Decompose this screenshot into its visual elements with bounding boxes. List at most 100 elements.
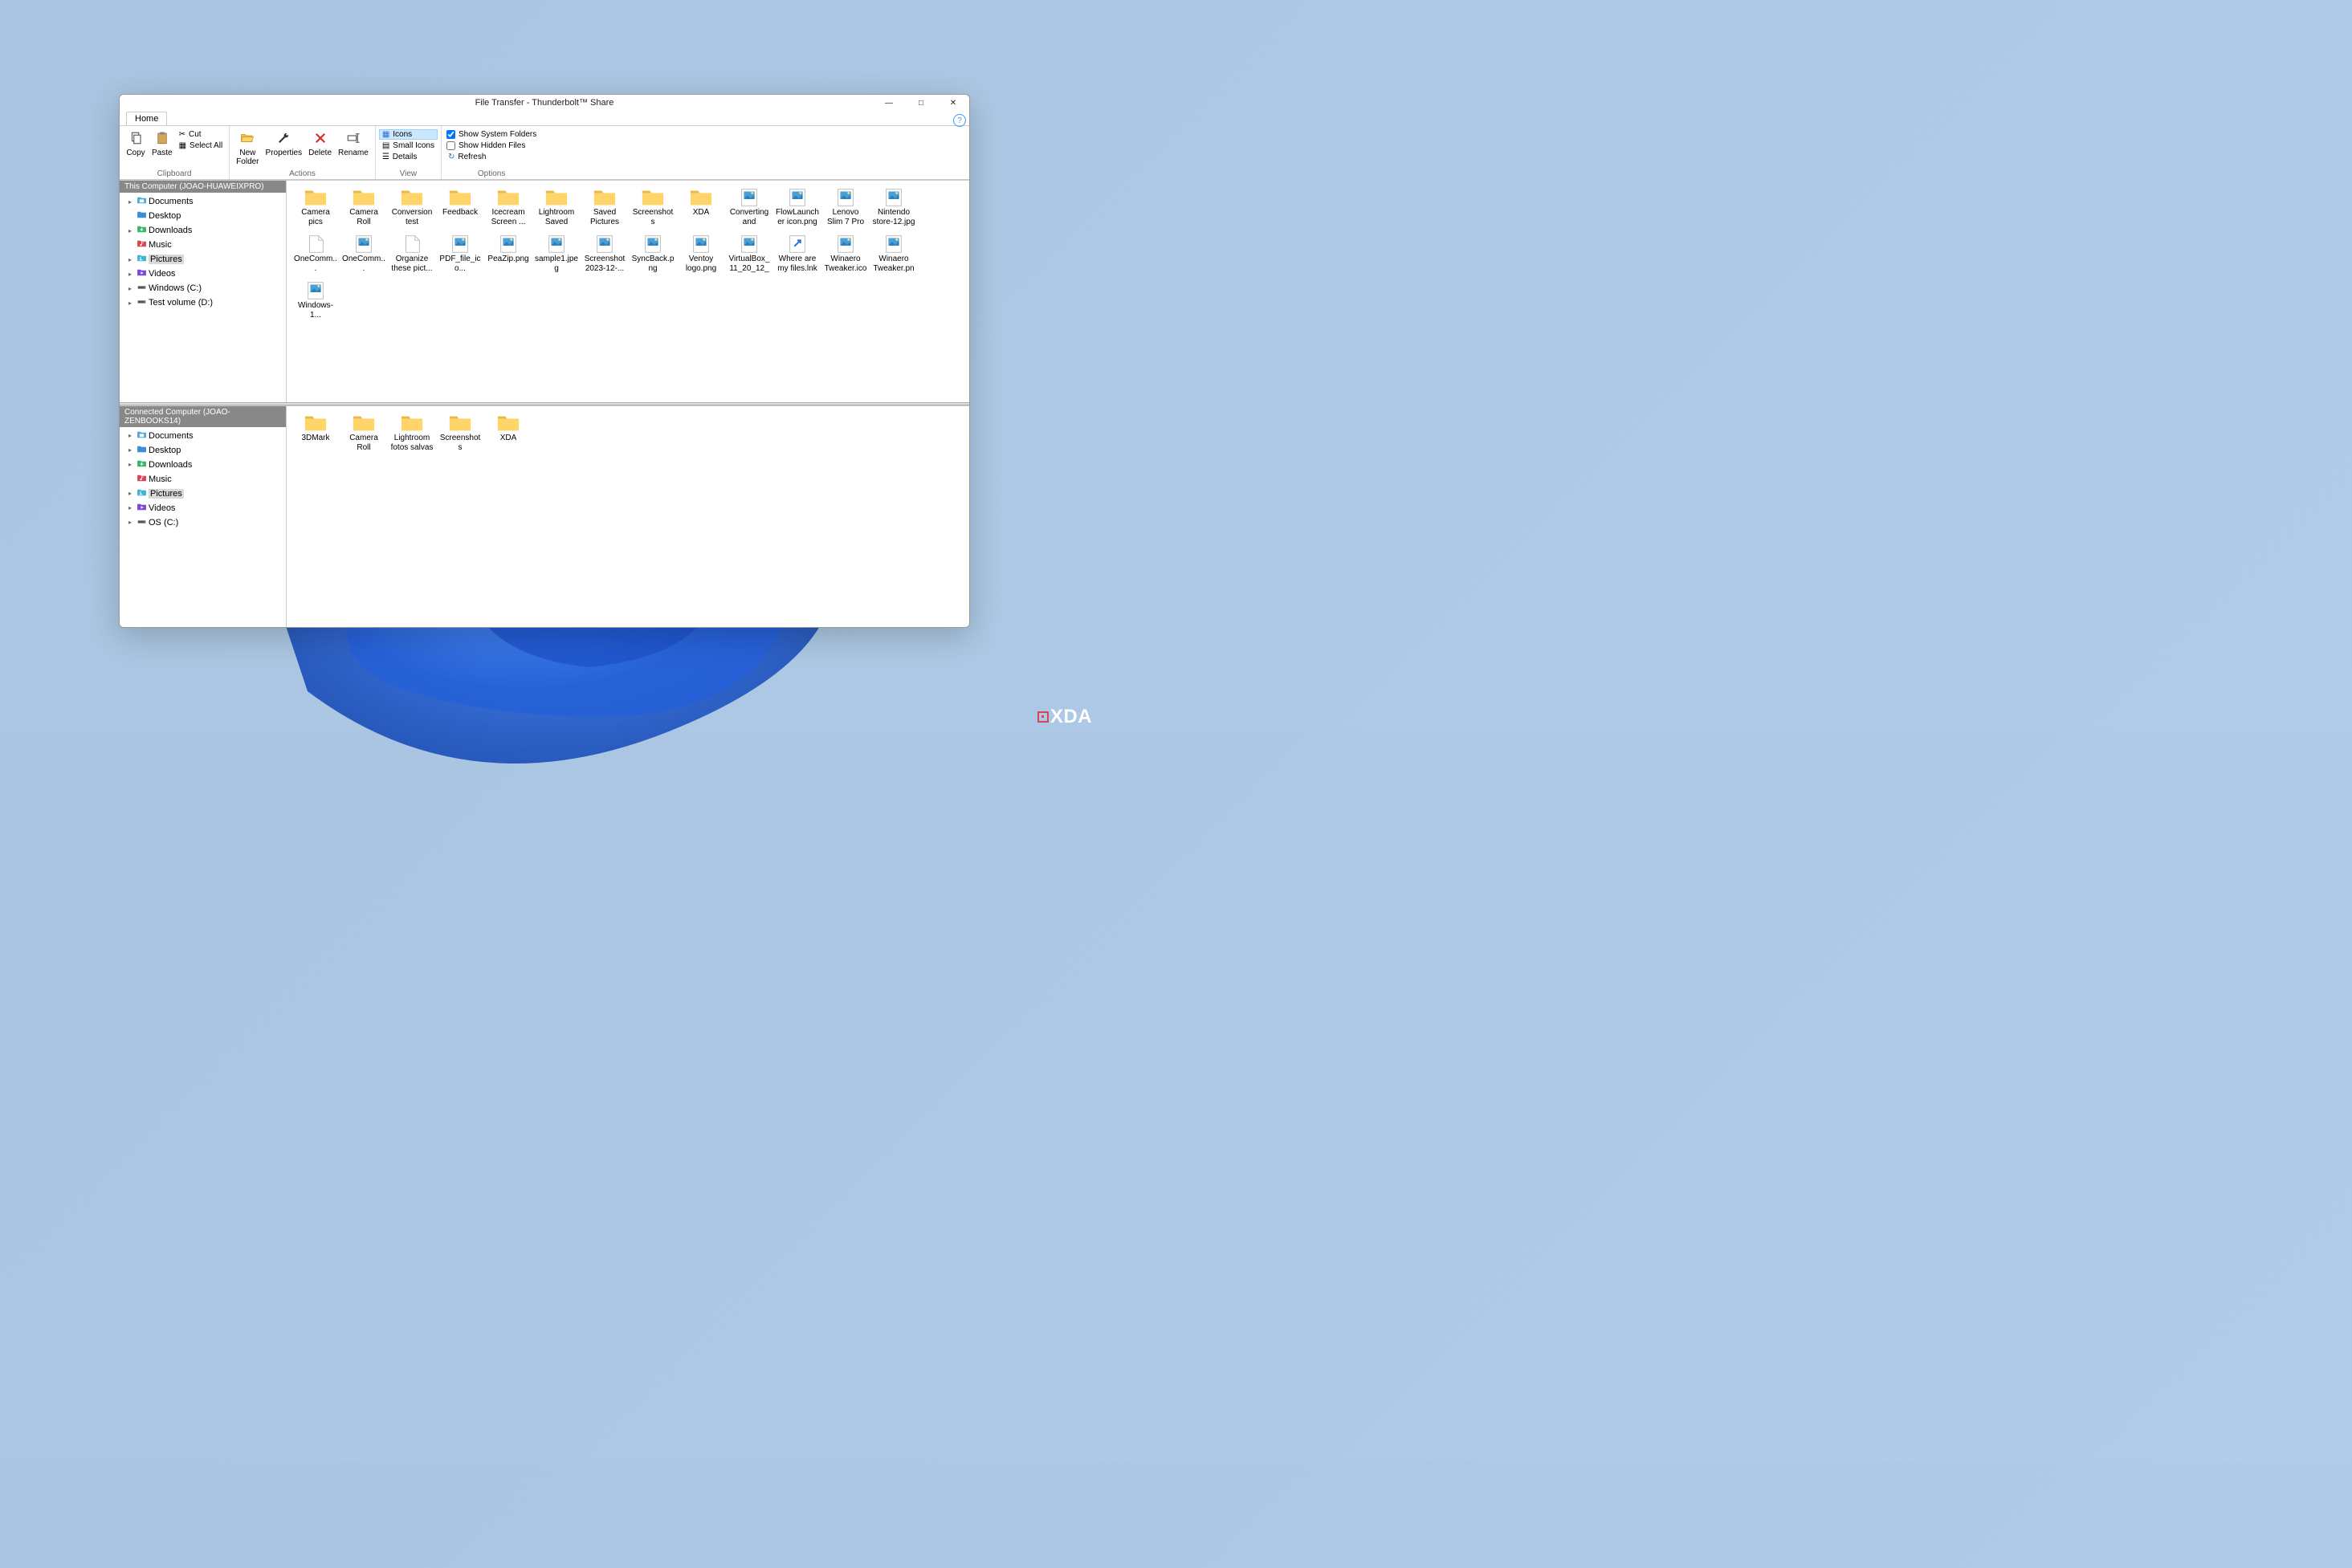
file-label: Lenovo Slim 7 Pro X di... — [824, 208, 867, 227]
tree-item-videos[interactable]: ▸Videos — [120, 501, 286, 515]
file-item[interactable]: Icecream Screen ... — [485, 185, 532, 229]
tree-caret-icon[interactable]: ▸ — [126, 432, 134, 439]
tree-item-os-c-[interactable]: ▸ OS (C:) — [120, 515, 286, 530]
tab-home[interactable]: Home — [126, 112, 167, 125]
tree-item-pictures[interactable]: ▸ Pictures — [120, 487, 286, 501]
tree-caret-icon[interactable]: ▸ — [126, 285, 134, 292]
tree-item-test-volume-d-[interactable]: ▸ Test volume (D:) — [120, 295, 286, 310]
tree-item-documents[interactable]: ▸Documents — [120, 429, 286, 443]
tree-caret-icon[interactable]: ▸ — [126, 227, 134, 234]
tree-item-videos[interactable]: ▸ Videos — [120, 267, 286, 281]
file-item[interactable]: Converting and renam... — [726, 185, 772, 229]
cut-button[interactable]: ✂Cut — [176, 129, 226, 140]
file-item[interactable]: Winaero Tweaker.ico — [822, 232, 869, 275]
file-item[interactable]: Lenovo Slim 7 Pro X di... — [822, 185, 869, 229]
tree-item-documents[interactable]: ▸Documents — [120, 194, 286, 209]
view-small-icons-button[interactable]: ▤Small Icons — [379, 141, 438, 151]
tree-item-music[interactable]: Music — [120, 238, 286, 252]
tree-item-desktop[interactable]: Desktop — [120, 209, 286, 223]
tree-caret-icon[interactable]: ▸ — [126, 271, 134, 278]
tree-label: Windows (C:) — [149, 283, 202, 293]
file-item[interactable]: VirtualBox_11_20_12_2... — [726, 232, 772, 275]
file-item[interactable]: Screenshots — [437, 411, 483, 454]
new-folder-button[interactable]: New Folder — [233, 128, 262, 168]
close-button[interactable]: ✕ — [937, 95, 969, 111]
properties-button[interactable]: Properties — [263, 128, 306, 159]
file-item[interactable]: Winaero Tweaker.png — [870, 232, 917, 275]
file-item[interactable]: Lightroom Saved Photos — [533, 185, 580, 229]
folder-pics-icon — [136, 487, 147, 500]
show-hidden-files-checkbox[interactable]: Show Hidden Files — [445, 141, 538, 151]
tree-item-pictures[interactable]: ▸Pictures — [120, 252, 286, 267]
file-item[interactable]: SyncBack.png — [630, 232, 676, 275]
file-item[interactable]: PDF_file_ico... — [437, 232, 483, 275]
file-label: Where are my files.lnk — [776, 255, 819, 274]
file-item[interactable]: OneComm... — [292, 232, 339, 275]
tree-caret-icon[interactable]: ▸ — [126, 504, 134, 511]
maximize-button[interactable]: □ — [905, 95, 937, 111]
tree-caret-icon[interactable]: ▸ — [126, 519, 134, 526]
file-item[interactable]: Ventoy logo.png — [678, 232, 724, 275]
file-item[interactable]: OneComm... — [340, 232, 387, 275]
file-item[interactable]: Where are my files.lnk — [774, 232, 821, 275]
tree-label: Pictures — [149, 489, 184, 499]
file-item[interactable]: Camera Roll — [340, 411, 387, 454]
tree-item-windows-c-[interactable]: ▸ Windows (C:) — [120, 281, 286, 295]
tree-label: Test volume (D:) — [149, 298, 213, 307]
tree-caret-icon[interactable]: ▸ — [126, 299, 134, 307]
tree-caret-icon[interactable]: ▸ — [126, 198, 134, 206]
tree-caret-icon[interactable]: ▸ — [126, 490, 134, 497]
tree-item-downloads[interactable]: ▸Downloads — [120, 458, 286, 472]
rename-button[interactable]: Rename — [335, 128, 372, 159]
file-item[interactable]: Windows-1... — [292, 279, 339, 322]
details-view-icon: ☰ — [382, 153, 389, 161]
paste-button[interactable]: Paste — [149, 128, 176, 159]
file-item[interactable]: Nintendo store-12.jpg — [870, 185, 917, 229]
file-item[interactable]: FlowLauncher icon.png — [774, 185, 821, 229]
image-icon — [495, 234, 521, 255]
image-icon — [544, 234, 569, 255]
view-details-button[interactable]: ☰Details — [379, 152, 438, 162]
file-item[interactable]: Conversion test — [389, 185, 435, 229]
select-all-button[interactable]: ▦Select All — [176, 141, 226, 151]
tree-caret-icon[interactable]: ▸ — [126, 446, 134, 454]
delete-button[interactable]: Delete — [305, 128, 335, 159]
tree-item-music[interactable]: Music — [120, 472, 286, 487]
file-item[interactable]: Feedback — [437, 185, 483, 229]
file-item[interactable]: Screenshot 2023-12-... — [581, 232, 628, 275]
tree-caret-icon[interactable]: ▸ — [126, 256, 134, 263]
file-label: Lightroom fotos salvas — [390, 434, 434, 453]
minimize-button[interactable]: — — [873, 95, 905, 111]
view-icons-button[interactable]: ▦Icons — [379, 129, 438, 140]
file-item[interactable]: Lightroom fotos salvas — [389, 411, 435, 454]
copy-icon — [128, 129, 143, 147]
file-item[interactable]: Screenshots — [630, 185, 676, 229]
file-item[interactable]: XDA — [485, 411, 532, 454]
file-item[interactable]: 3DMark — [292, 411, 339, 454]
pane-header-bottom: Connected Computer (JOAO-ZENBOOKS14) — [120, 406, 286, 427]
tree-item-downloads[interactable]: ▸Downloads — [120, 223, 286, 238]
tree-label: Videos — [149, 269, 175, 279]
file-item[interactable]: PeaZip.png — [485, 232, 532, 275]
titlebar: File Transfer - Thunderbolt™ Share — □ ✕ — [120, 95, 969, 111]
show-system-folders-checkbox[interactable]: Show System Folders — [445, 129, 538, 140]
ribbon-group-view: ▦Icons ▤Small Icons ☰Details View — [376, 126, 442, 179]
tree-label: OS (C:) — [149, 518, 178, 527]
file-item[interactable]: XDA — [678, 185, 724, 229]
file-grid-bottom[interactable]: 3DMarkCamera RollLightroom fotos salvasS… — [287, 406, 969, 628]
file-grid-top[interactable]: Camera picsCamera RollConversion testFee… — [287, 181, 969, 402]
ribbon-group-actions: New Folder Properties Delete Rename Acti… — [230, 126, 376, 179]
tree-caret-icon[interactable]: ▸ — [126, 461, 134, 468]
tree-item-desktop[interactable]: ▸Desktop — [120, 443, 286, 458]
image-icon — [833, 187, 858, 208]
file-item[interactable]: Organize these pict... — [389, 232, 435, 275]
file-item[interactable]: Saved Pictures — [581, 185, 628, 229]
refresh-button[interactable]: ↻Refresh — [445, 152, 538, 162]
file-item[interactable]: Camera Roll — [340, 185, 387, 229]
copy-button[interactable]: Copy — [123, 128, 149, 159]
folder-blue-icon — [136, 210, 147, 222]
file-item[interactable]: Camera pics — [292, 185, 339, 229]
sidebar-top: This Computer (JOAO-HUAWEIXPRO) ▸Documen… — [120, 181, 287, 402]
file-item[interactable]: sample1.jpeg — [533, 232, 580, 275]
help-button[interactable]: ? — [953, 114, 966, 127]
